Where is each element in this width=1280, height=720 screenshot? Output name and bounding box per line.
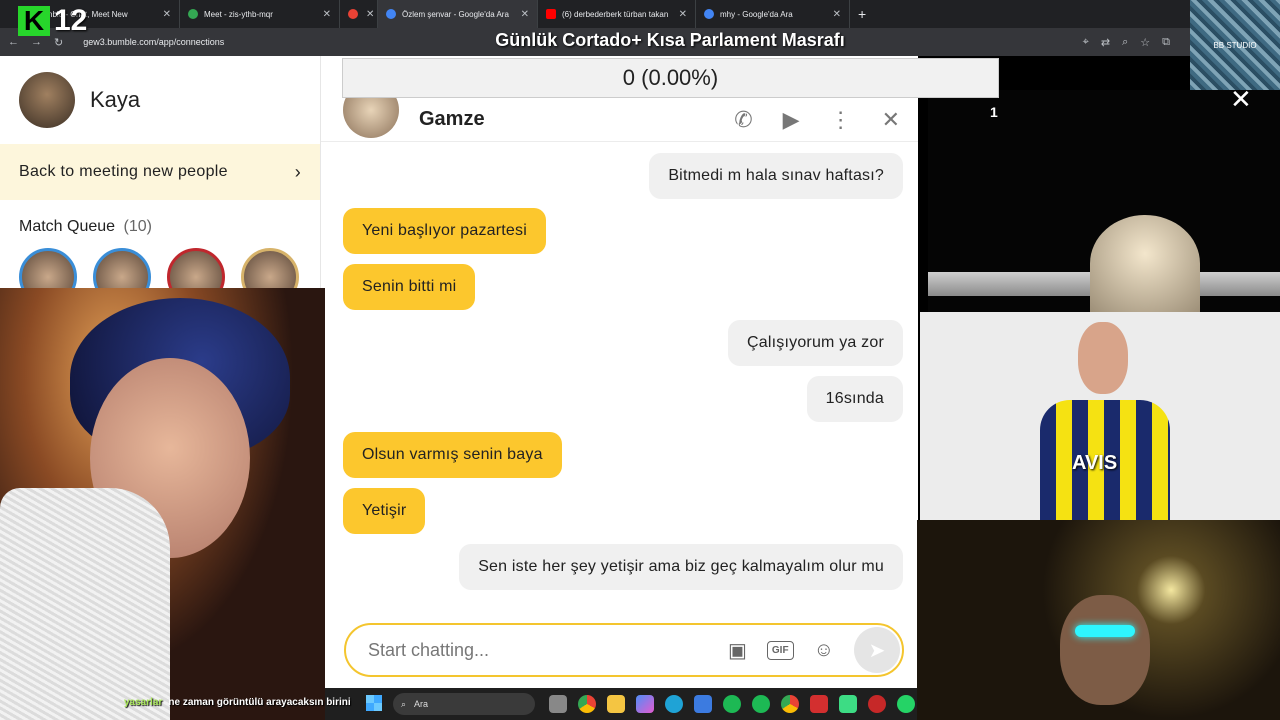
chrome-icon[interactable]: [781, 695, 799, 713]
player-head: [1078, 322, 1128, 394]
tab-google-search[interactable]: Özlem şenvar - Google'da Ara ✕: [378, 0, 538, 28]
close-icon[interactable]: ✕: [823, 9, 841, 20]
send-button[interactable]: ➤: [854, 627, 900, 673]
video-icon[interactable]: ▶: [783, 107, 800, 133]
windows-start-icon[interactable]: [366, 695, 382, 711]
tab-meet[interactable]: Meet - zis-ythb-mqr ✕: [180, 0, 340, 28]
webcam-left: [0, 288, 325, 720]
tab-pinned[interactable]: ✕: [340, 0, 378, 28]
taskbar-search-label: Ara: [414, 699, 429, 709]
spotify-icon[interactable]: [723, 695, 741, 713]
cam-number: 1: [990, 104, 998, 120]
bumble-sidebar: Kaya Back to meeting new people › Match …: [0, 56, 321, 306]
chrome-icon[interactable]: [578, 695, 596, 713]
close-icon[interactable]: ✕: [364, 9, 374, 20]
meet-icon: [188, 9, 198, 19]
close-icon[interactable]: ✕: [669, 9, 687, 20]
chevron-right-icon: ›: [294, 161, 301, 182]
player-shirt-text: AVIS: [1072, 452, 1118, 474]
security-icon[interactable]: [868, 695, 886, 713]
message-bubble: Bitmedi m hala sınav haftası?: [649, 153, 903, 199]
tab-google-mhy[interactable]: mhy - Google'da Ara ✕: [696, 0, 850, 28]
close-icon[interactable]: ✕: [313, 9, 331, 20]
studio-badge: BB STUDIO: [1190, 0, 1280, 90]
queue-count: (10): [123, 218, 152, 235]
store-icon[interactable]: [694, 695, 712, 713]
android-icon[interactable]: [839, 695, 857, 713]
phone-icon[interactable]: ✆: [734, 107, 752, 133]
close-icon[interactable]: ✕: [511, 9, 529, 20]
stream-chat-user: yasarlar: [124, 697, 163, 708]
chat-composer: ▣ GIF ☺ ➤: [344, 623, 904, 677]
folder-icon[interactable]: [607, 695, 625, 713]
youtube-icon: [546, 9, 556, 19]
emoji-icon[interactable]: ☺: [814, 639, 834, 662]
close-icon[interactable]: ✕: [1230, 84, 1252, 115]
logo-k: K: [18, 6, 50, 36]
image-icon[interactable]: ▣: [728, 638, 747, 663]
message-bubble: Olsun varmış senin baya: [343, 432, 562, 478]
match-queue-header: Match Queue (10): [0, 200, 320, 236]
webcam-towel: [0, 488, 170, 720]
message-bubble: 16sında: [806, 376, 903, 422]
chat-panel: Gamze ✆ ▶ ⋮ ✕ Bitmedi m hala sınav hafta…: [321, 56, 918, 688]
stream-title: Günlük Cortado+ Kısa Parlament Masrafı: [495, 30, 845, 50]
chat-input[interactable]: [368, 639, 698, 661]
profile-name: Kaya: [90, 87, 141, 112]
message-bubble: Yetişir: [343, 488, 426, 534]
avatar[interactable]: [19, 72, 75, 128]
location-icon[interactable]: ⌖: [1083, 36, 1089, 49]
logo-number: 12: [54, 4, 88, 37]
webcam-person: [1090, 215, 1200, 312]
tab-label: mhy - Google'da Ara: [720, 9, 793, 19]
google-icon: [386, 9, 396, 19]
tab-label: Meet - zis-ythb-mqr: [204, 9, 273, 19]
search-icon: ⌕: [401, 698, 407, 709]
bookmark-star-icon[interactable]: ☆: [1140, 36, 1150, 49]
zoom-icon[interactable]: ⌕: [1122, 36, 1128, 49]
streamer-head: [1060, 595, 1150, 705]
more-icon[interactable]: ⋮: [830, 107, 852, 133]
acrobat-icon[interactable]: [810, 695, 828, 713]
windows-taskbar: ⌕ Ara: [325, 688, 917, 720]
message-bubble: Sen iste her şey yetişir ama biz geç kal…: [459, 544, 903, 590]
copilot-icon[interactable]: [636, 695, 654, 713]
tab-label: (6) derbederberk türban takan: [562, 9, 669, 19]
message-bubble: Yeni başlıyor pazartesi: [343, 208, 546, 254]
close-icon[interactable]: ✕: [153, 9, 171, 20]
profile-row[interactable]: Kaya: [0, 56, 320, 144]
whatsapp-icon[interactable]: [897, 695, 915, 713]
contact-name: Gamze: [419, 108, 485, 130]
stream-logo: K 12: [18, 4, 87, 38]
spotify-icon[interactable]: [752, 695, 770, 713]
chat-header: Gamze ✆ ▶ ⋮ ✕: [321, 81, 918, 142]
headset-light: [1075, 625, 1135, 637]
extensions-icon[interactable]: ⧉: [1162, 36, 1170, 49]
edge-icon[interactable]: [665, 695, 683, 713]
taskbar-search[interactable]: ⌕ Ara: [393, 693, 535, 715]
tab-youtube[interactable]: (6) derbederberk türban takan ✕: [538, 0, 696, 28]
task-view-icon[interactable]: [549, 695, 567, 713]
tab-label: Özlem şenvar - Google'da Ara: [402, 9, 509, 19]
message-bubble: Çalışıyorum ya zor: [728, 320, 903, 366]
close-icon[interactable]: ✕: [882, 107, 900, 133]
back-label: Back to meeting new people: [19, 163, 228, 180]
new-tab-button[interactable]: +: [850, 6, 874, 22]
donation-bar: 0 (0.00%): [342, 58, 999, 98]
record-icon: [348, 9, 358, 19]
translate-icon[interactable]: ⇄: [1101, 36, 1110, 49]
google-icon: [704, 9, 714, 19]
back-to-meeting-button[interactable]: Back to meeting new people ›: [0, 144, 320, 200]
stream-chat-text: ne zaman görüntülü arayacaksın birini: [168, 697, 351, 708]
message-bubble: Senin bitti mi: [343, 264, 476, 310]
queue-label: Match Queue: [19, 218, 116, 235]
browser-tab-bar: Bumble - Chat, Meet New ✕ Meet - zis-yth…: [0, 0, 1190, 28]
gif-icon[interactable]: GIF: [766, 640, 794, 660]
url-field[interactable]: gew3.bumble.com/app/connections: [83, 37, 224, 47]
stream-chat-message: yasarlar ne zaman görüntülü arayacaksın b…: [124, 697, 351, 708]
